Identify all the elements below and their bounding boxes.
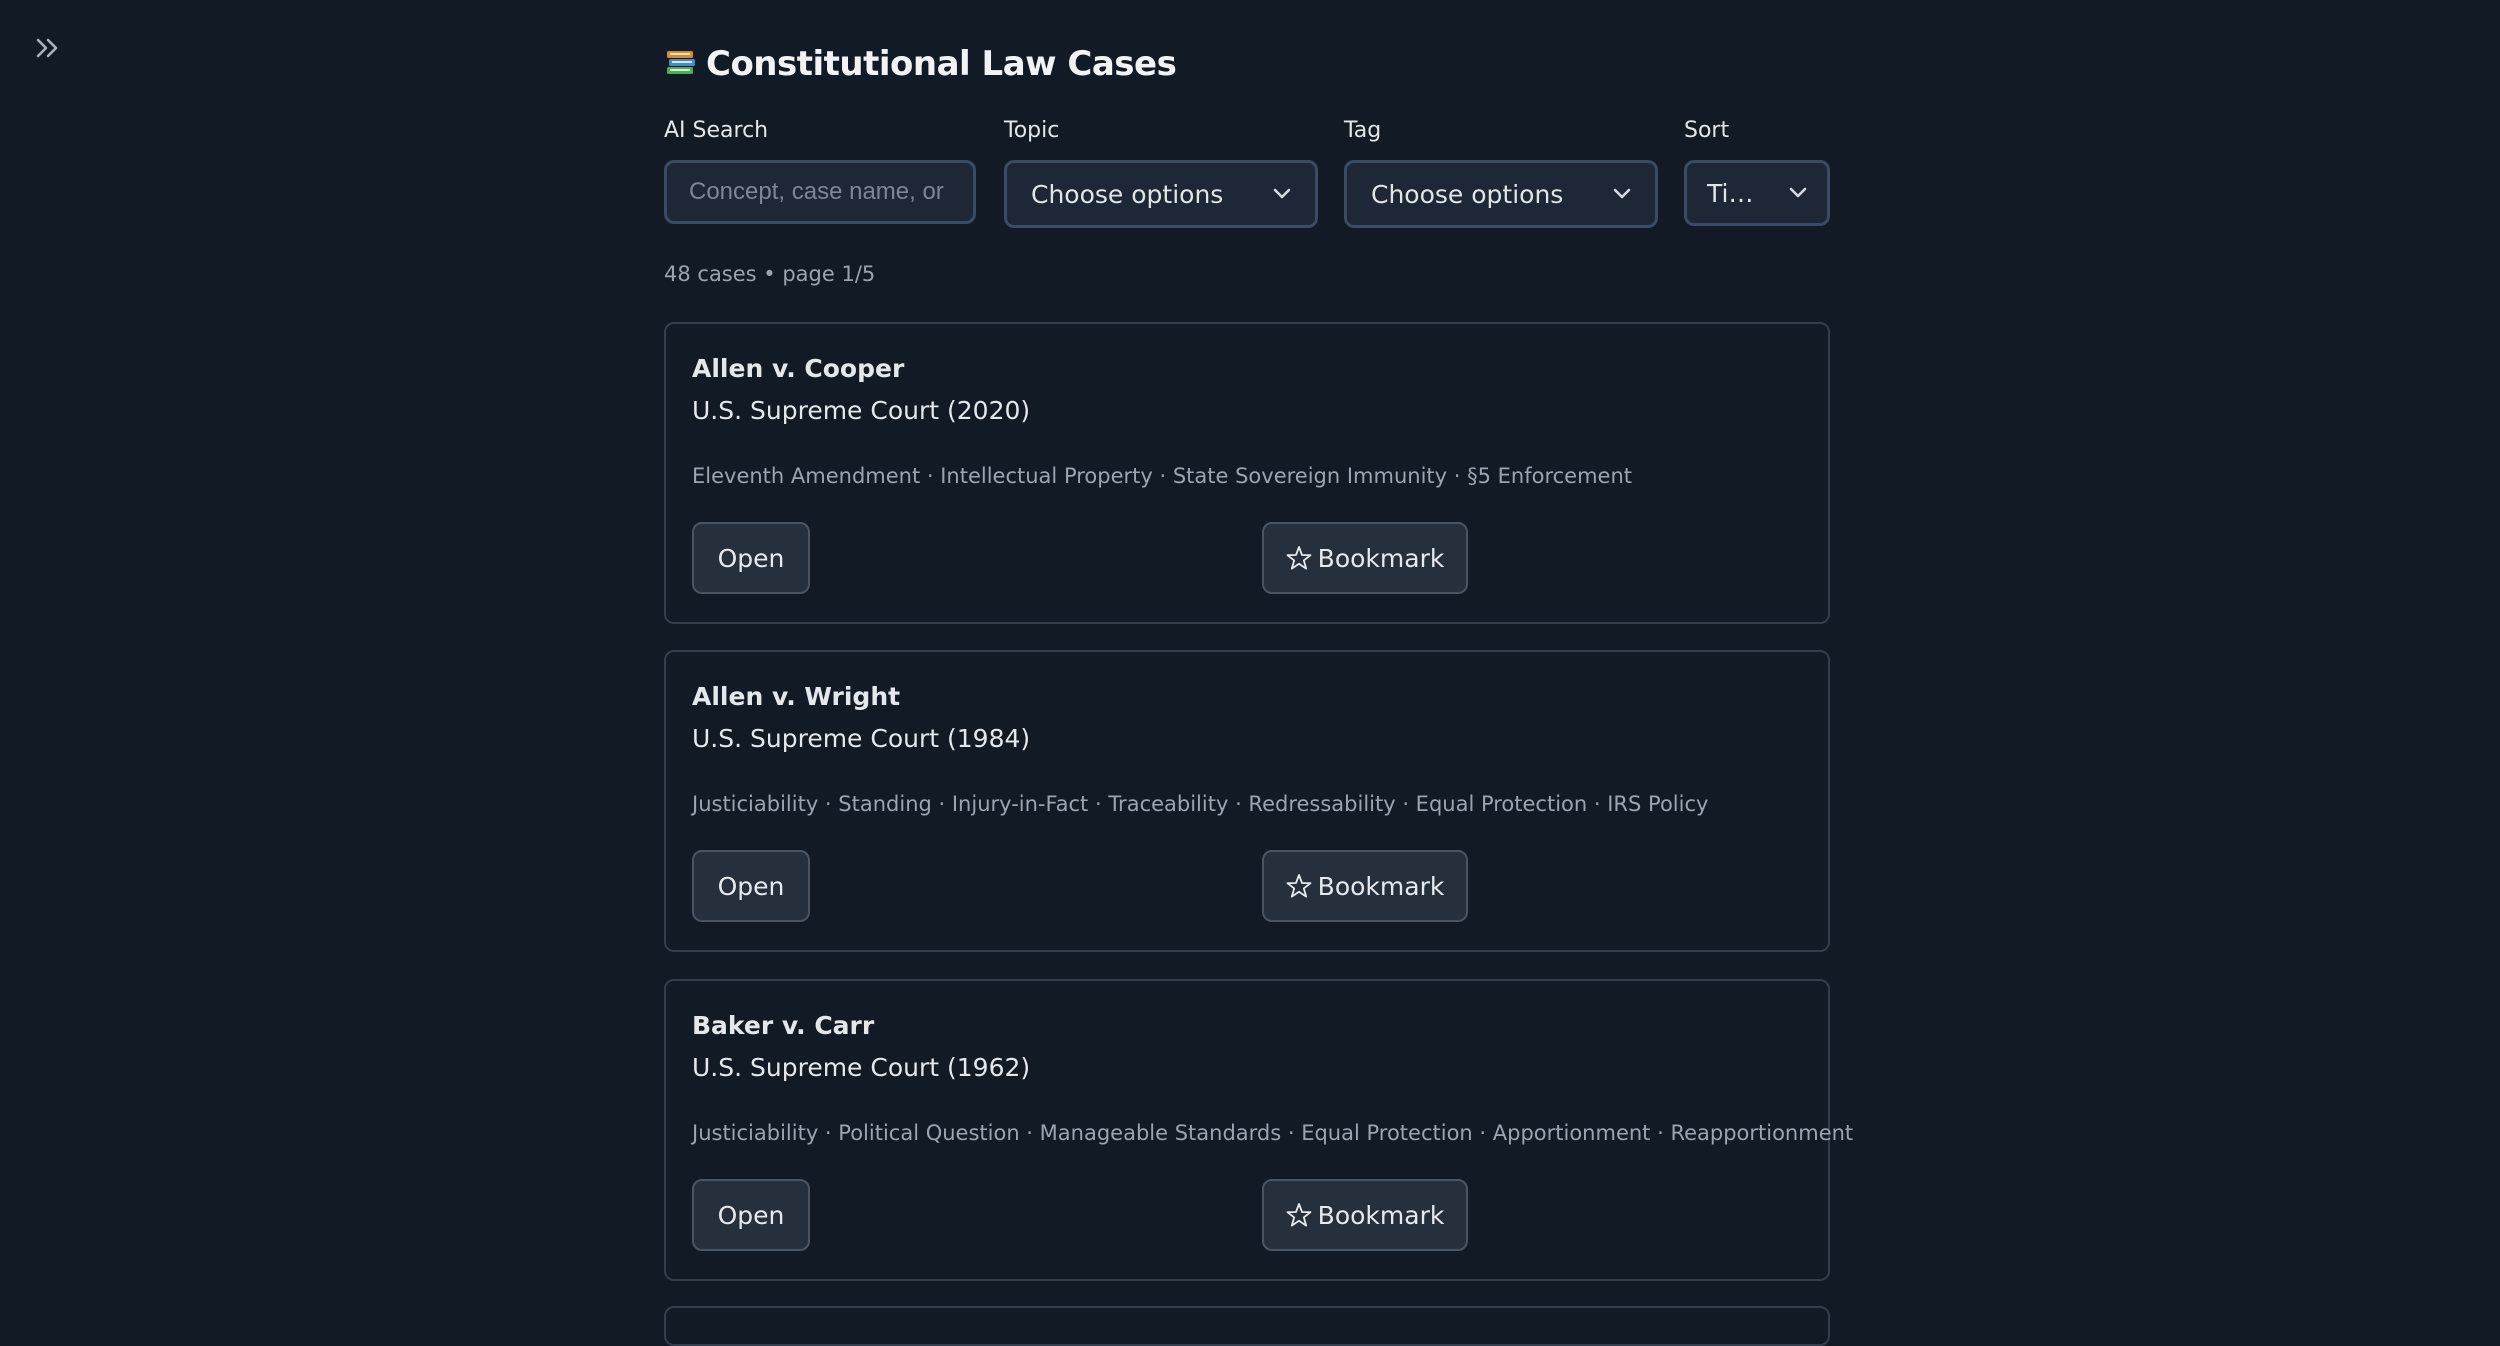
double-chevron-right-icon (36, 38, 58, 58)
topic-label: Topic (1004, 118, 1060, 143)
bookmark-button[interactable]: Bookmark (1262, 1179, 1468, 1251)
case-card: Allen v. Wright U.S. Supreme Court (1984… (664, 650, 1830, 952)
tag-select-value: Choose options (1371, 179, 1564, 209)
chevron-down-icon (1273, 188, 1291, 199)
open-button-label: Open (717, 1200, 785, 1230)
case-court: U.S. Supreme Court (1962) (692, 1053, 1031, 1082)
search-label: AI Search (664, 118, 769, 143)
open-button[interactable]: Open (692, 522, 810, 594)
case-name: Baker v. Carr (692, 1011, 875, 1040)
bookmark-button-label: Bookmark (1317, 871, 1445, 901)
star-icon (1286, 1203, 1312, 1227)
page-header: Constitutional Law Cases (664, 38, 1177, 90)
page-title: Constitutional Law Cases (706, 44, 1177, 84)
sort-label: Sort (1684, 118, 1730, 143)
sort-select[interactable]: Ti… (1684, 160, 1830, 226)
star-icon (1286, 874, 1312, 898)
case-card: Allen v. Cooper U.S. Supreme Court (2020… (664, 322, 1830, 624)
open-button-label: Open (717, 871, 785, 901)
tag-select[interactable]: Choose options (1344, 160, 1658, 228)
sort-select-value: Ti… (1707, 178, 1754, 208)
case-card-partial (664, 1306, 1830, 1346)
results-summary: 48 cases • page 1/5 (664, 262, 876, 286)
tag-label: Tag (1344, 118, 1382, 143)
filter-bar: AI Search Topic Choose options Tag Choos… (664, 118, 1830, 230)
open-button[interactable]: Open (692, 1179, 810, 1251)
ai-search-input[interactable] (664, 160, 976, 224)
books-icon (667, 51, 695, 74)
bookmark-button[interactable]: Bookmark (1262, 522, 1468, 594)
case-name: Allen v. Wright (692, 682, 901, 711)
case-card: Baker v. Carr U.S. Supreme Court (1962) … (664, 979, 1853, 1281)
sidebar-expand-button[interactable] (28, 28, 68, 68)
bookmark-button[interactable]: Bookmark (1262, 850, 1468, 922)
topic-select[interactable]: Choose options (1004, 160, 1318, 228)
bookmark-button-label: Bookmark (1317, 543, 1445, 573)
bookmark-button-label: Bookmark (1317, 1200, 1445, 1230)
open-button-label: Open (717, 543, 785, 573)
case-tags: Eleventh Amendment · Intellectual Proper… (692, 464, 1633, 488)
case-court: U.S. Supreme Court (2020) (692, 396, 1031, 425)
case-name: Allen v. Cooper (692, 354, 905, 383)
open-button[interactable]: Open (692, 850, 810, 922)
topic-select-value: Choose options (1031, 179, 1224, 209)
case-tags: Justiciability · Political Question · Ma… (692, 1121, 1854, 1145)
chevron-down-icon (1613, 188, 1631, 199)
case-court: U.S. Supreme Court (1984) (692, 724, 1031, 753)
star-icon (1286, 546, 1312, 570)
case-tags: Justiciability · Standing · Injury-in-Fa… (692, 792, 1709, 816)
chevron-down-icon (1789, 187, 1807, 198)
